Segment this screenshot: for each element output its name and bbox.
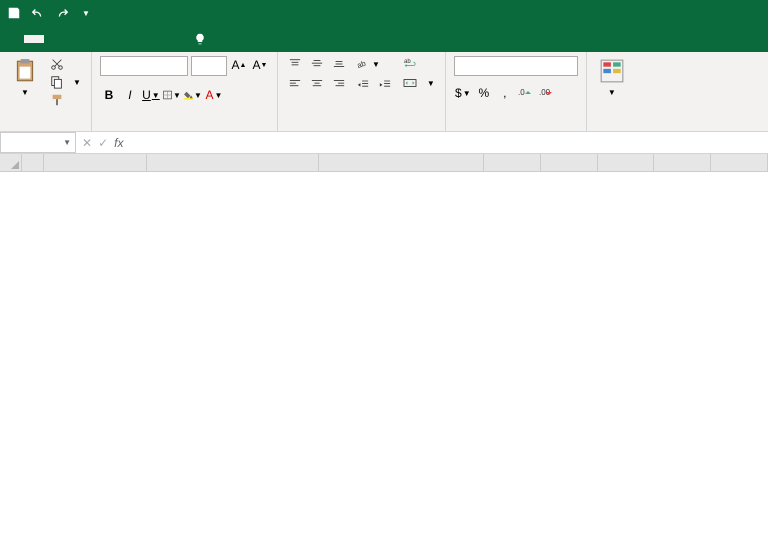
orientation-button[interactable]: ab▼ [354,56,380,72]
number-format-select[interactable] [454,56,578,76]
cancel-icon[interactable]: ✕ [82,136,92,150]
decrease-indent-button[interactable] [354,76,372,92]
scissors-icon [50,57,64,71]
group-font: A▲ A▼ B I U▼ ▼ ▼ A▼ [92,52,278,131]
group-styles: ▼ [587,52,637,131]
quick-access-toolbar: ▼ [6,5,94,21]
group-alignment: ab▼ ab ▼ [278,52,446,131]
tab-review[interactable] [124,35,144,43]
tab-insert[interactable] [44,35,64,43]
borders-button[interactable]: ▼ [163,86,181,104]
align-center-button[interactable] [308,76,326,92]
col-header[interactable] [484,154,541,172]
currency-button[interactable]: $▼ [454,84,472,102]
group-label-alignment [286,127,437,129]
undo-icon[interactable] [30,5,46,21]
group-clipboard: ▼ ▼ [0,52,92,131]
tab-file[interactable] [4,35,24,43]
enter-icon[interactable]: ✓ [98,136,108,150]
col-header[interactable] [711,154,768,172]
font-size-select[interactable] [191,56,227,76]
col-header[interactable] [44,154,147,172]
brush-icon [50,93,64,107]
decrease-font-button[interactable]: A▼ [251,56,269,74]
percent-button[interactable]: % [475,84,493,102]
svg-text:ab: ab [356,59,367,70]
tab-help[interactable] [164,35,184,43]
name-box[interactable]: ▼ [0,132,76,153]
clipboard-icon [12,58,38,84]
col-header[interactable] [541,154,598,172]
group-number: $▼ % , .0 .00 [446,52,587,131]
tell-me[interactable] [194,33,210,45]
svg-text:.0: .0 [518,88,525,97]
merge-icon [402,77,418,89]
chevron-down-icon: ▼ [608,88,616,97]
comma-button[interactable]: , [496,84,514,102]
svg-text:ab: ab [404,59,411,65]
chevron-down-icon: ▼ [21,88,29,97]
conditional-formatting-button[interactable]: ▼ [595,56,629,99]
decrease-decimal-button[interactable]: .00 [538,84,556,102]
redo-icon[interactable] [54,5,70,21]
align-middle-button[interactable] [308,56,326,72]
ribbon: ▼ ▼ [0,52,768,132]
tab-formulas[interactable] [84,35,104,43]
merge-center-button[interactable]: ▼ [400,76,437,90]
tab-home[interactable] [24,35,44,43]
select-all-corner[interactable] [0,154,22,172]
wrap-text-button[interactable]: ab [400,56,437,70]
chevron-down-icon: ▼ [63,138,71,147]
group-label-clipboard [8,127,83,129]
tab-view[interactable] [144,35,164,43]
align-top-button[interactable] [286,56,304,72]
titlebar: ▼ [0,0,768,26]
increase-decimal-button[interactable]: .0 [517,84,535,102]
qat-dropdown-icon[interactable]: ▼ [78,5,94,21]
col-header[interactable] [654,154,711,172]
col-header[interactable] [147,154,319,172]
align-right-button[interactable] [330,76,348,92]
chevron-down-icon: ▼ [73,78,81,87]
align-bottom-button[interactable] [330,56,348,72]
chevron-down-icon: ▼ [427,79,435,88]
increase-font-button[interactable]: A▲ [230,56,248,74]
col-header[interactable] [319,154,484,172]
cond-format-icon [599,58,625,84]
formula-bar: ▼ ✕ ✓ fx [0,132,768,154]
col-header[interactable] [22,154,45,172]
column-headers [0,154,768,172]
copy-button[interactable]: ▼ [48,74,83,90]
lightbulb-icon [194,33,206,45]
copy-icon [50,75,64,89]
bold-button[interactable]: B [100,86,118,104]
format-painter-button[interactable] [48,92,83,108]
font-name-select[interactable] [100,56,188,76]
wrap-icon: ab [402,57,418,69]
underline-button[interactable]: U▼ [142,86,160,104]
save-icon[interactable] [6,5,22,21]
group-label-number [454,127,578,129]
italic-button[interactable]: I [121,86,139,104]
col-header[interactable] [598,154,655,172]
tab-data[interactable] [104,35,124,43]
tab-layout[interactable] [64,35,84,43]
fill-color-button[interactable]: ▼ [184,86,202,104]
align-left-button[interactable] [286,76,304,92]
paste-button[interactable]: ▼ [8,56,42,99]
spreadsheet-grid [0,154,768,172]
cut-button[interactable] [48,56,83,72]
font-color-button[interactable]: A▼ [205,86,223,104]
fx-icon[interactable]: fx [114,136,123,150]
increase-indent-button[interactable] [376,76,394,92]
menubar [0,26,768,52]
group-label-font [100,127,269,129]
